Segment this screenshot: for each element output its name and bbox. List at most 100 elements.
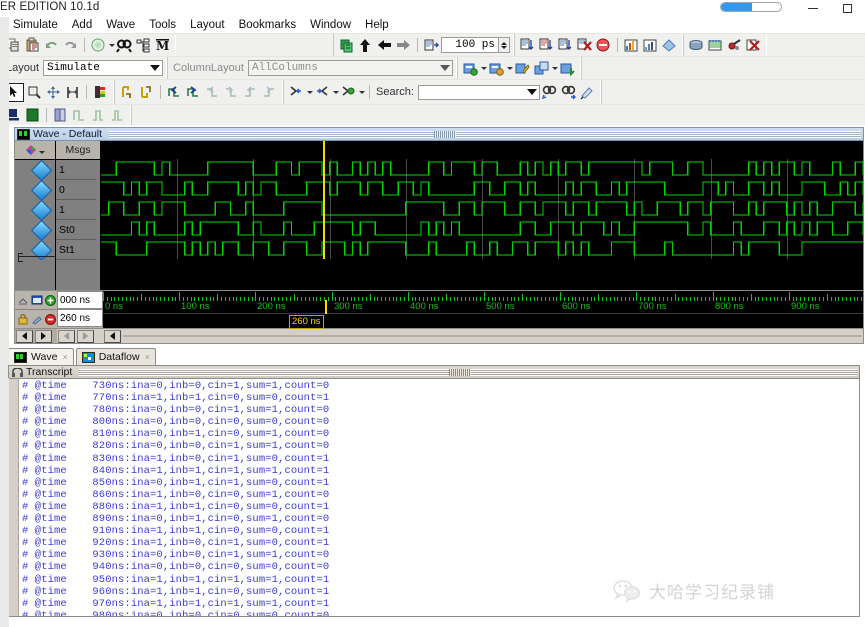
menu-item-tools[interactable]: Tools: [142, 18, 183, 33]
step-out-icon[interactable]: [557, 37, 574, 54]
continue-run-icon[interactable]: [376, 37, 393, 54]
cursor-total-time[interactable]: 000 ns: [57, 291, 103, 309]
wave-window-icon[interactable]: [623, 37, 640, 54]
wave-titlebar-grip[interactable]: [434, 131, 456, 138]
value-scroll-left-button[interactable]: [58, 329, 75, 343]
run-length-input[interactable]: 100 ps: [441, 37, 499, 53]
restart-icon[interactable]: [338, 37, 355, 54]
run-length-stepper[interactable]: [499, 37, 510, 53]
find-next-rising-icon[interactable]: [261, 84, 278, 101]
signal-row-icon[interactable]: [15, 179, 55, 201]
zoom-out-dropdown-icon[interactable]: [332, 84, 339, 100]
signal-value[interactable]: 0: [56, 180, 100, 200]
wave-properties-dropdown-icon[interactable]: [38, 144, 46, 157]
list-window-icon[interactable]: [642, 37, 659, 54]
clear-coverage-icon[interactable]: [745, 37, 762, 54]
maximize-button[interactable]: [833, 0, 861, 16]
memory-icon[interactable]: M: [154, 37, 171, 54]
delete-cursor-icon[interactable]: [138, 84, 155, 101]
wave-zoom-out-icon[interactable]: [109, 107, 126, 124]
cursor-time[interactable]: 260 ns: [57, 309, 103, 327]
step-icon[interactable]: [423, 37, 440, 54]
run-all-icon[interactable]: [395, 37, 412, 54]
search-input[interactable]: [417, 84, 540, 100]
tab-wave[interactable]: Wave ×: [8, 348, 74, 365]
add-wave-icon[interactable]: [462, 60, 479, 77]
wrench-icon[interactable]: [31, 313, 43, 325]
combine-signals-icon[interactable]: [533, 60, 550, 77]
wave-column-tool[interactable]: [15, 141, 56, 160]
wave-zoom-in-icon[interactable]: [90, 107, 107, 124]
menu-item-window[interactable]: Window: [303, 18, 358, 33]
wave-scroll-left-button[interactable]: [16, 329, 33, 343]
waveform-compare-icon[interactable]: [707, 37, 724, 54]
pan-mode-icon[interactable]: [45, 84, 62, 101]
cursor-window-icon[interactable]: [31, 294, 43, 306]
add-wave-dropdown-icon[interactable]: [480, 60, 487, 76]
menu-item-add[interactable]: Add: [65, 18, 99, 33]
delete-cursor-round-icon[interactable]: [45, 313, 56, 325]
add-wave-group-icon[interactable]: [488, 60, 505, 77]
insert-cursor-icon[interactable]: [119, 84, 136, 101]
zoom-in-dropdown-icon[interactable]: [306, 84, 313, 100]
combine-dropdown-icon[interactable]: [551, 60, 558, 76]
signal-value[interactable]: St1: [56, 240, 100, 260]
break-icon[interactable]: [595, 37, 612, 54]
signal-value[interactable]: 1: [56, 200, 100, 220]
stop-step-icon[interactable]: [576, 37, 593, 54]
redo-icon[interactable]: [62, 37, 79, 54]
undo-icon[interactable]: [43, 37, 60, 54]
signal-properties-icon[interactable]: [92, 84, 109, 101]
cursor-lock-icon[interactable]: [17, 294, 29, 306]
wave-cursor-line[interactable]: [323, 141, 325, 159]
find-icon[interactable]: [116, 37, 133, 54]
add-wave-group-dropdown-icon[interactable]: [506, 60, 513, 76]
add-cursor-icon[interactable]: [45, 294, 56, 306]
dataflow-icon[interactable]: [661, 37, 678, 54]
zoom-in-cursor-icon[interactable]: [288, 84, 305, 101]
waveform-canvas[interactable]: [101, 159, 863, 259]
menu-item-help[interactable]: Help: [358, 18, 396, 33]
search-dropdown-icon[interactable]: [526, 88, 537, 95]
compile-icon[interactable]: [90, 37, 107, 54]
signal-value[interactable]: St0: [56, 220, 100, 240]
hierarchy-icon[interactable]: [135, 37, 152, 54]
export-wave-icon[interactable]: [559, 60, 576, 77]
dataset-icon[interactable]: [688, 37, 705, 54]
wave-undock-icon[interactable]: [24, 107, 41, 124]
menu-item-wave[interactable]: Wave: [99, 18, 142, 33]
signal-row-icon[interactable]: [15, 219, 55, 241]
compile-dropdown-icon[interactable]: [108, 37, 115, 53]
columnlayout-select[interactable]: AllColumns: [247, 60, 453, 76]
search-options-icon[interactable]: [579, 84, 596, 101]
cursor-badge[interactable]: 260 ns: [289, 315, 324, 329]
signal-row-icon[interactable]: [15, 159, 55, 181]
coverage-icon[interactable]: [726, 37, 743, 54]
zoom-out-cursor-icon[interactable]: [314, 84, 331, 101]
step-into-icon[interactable]: [519, 37, 536, 54]
zoom-full-dropdown-icon[interactable]: [358, 84, 365, 100]
menu-item-layout[interactable]: Layout: [183, 18, 232, 33]
find-prev-falling-icon[interactable]: [204, 84, 221, 101]
run-icon[interactable]: [357, 37, 374, 54]
zoom-mode-icon[interactable]: [26, 84, 43, 101]
wave-scroll-right-button[interactable]: [35, 329, 52, 343]
wave-zoom-full-icon[interactable]: [71, 107, 88, 124]
find-next-transition-icon[interactable]: [185, 84, 202, 101]
canvas-scroll-left-button[interactable]: [104, 329, 121, 343]
layout-select[interactable]: Simulate: [43, 60, 164, 76]
find-next-falling-icon[interactable]: [223, 84, 240, 101]
zoom-full-icon[interactable]: [340, 84, 357, 101]
wave-cursor-line-main[interactable]: [323, 159, 325, 259]
menu-item-bookmarks[interactable]: Bookmarks: [232, 18, 304, 33]
search-reverse-icon[interactable]: [541, 84, 558, 101]
value-scroll-right-button[interactable]: [77, 329, 94, 343]
step-over-icon[interactable]: [538, 37, 555, 54]
tab-wave-close-icon[interactable]: ×: [62, 352, 67, 362]
canvas-scroll-track[interactable]: [123, 335, 862, 337]
signal-value[interactable]: 1: [56, 160, 100, 180]
minimize-button[interactable]: [799, 0, 827, 16]
wave-time-axis[interactable]: 0 ns 100 ns 200 ns 300 ns 400 ns 500 ns 600 ns…: [103, 291, 863, 329]
tab-dataflow-close-icon[interactable]: ×: [145, 352, 150, 362]
signal-row-icon[interactable]: [15, 199, 55, 221]
